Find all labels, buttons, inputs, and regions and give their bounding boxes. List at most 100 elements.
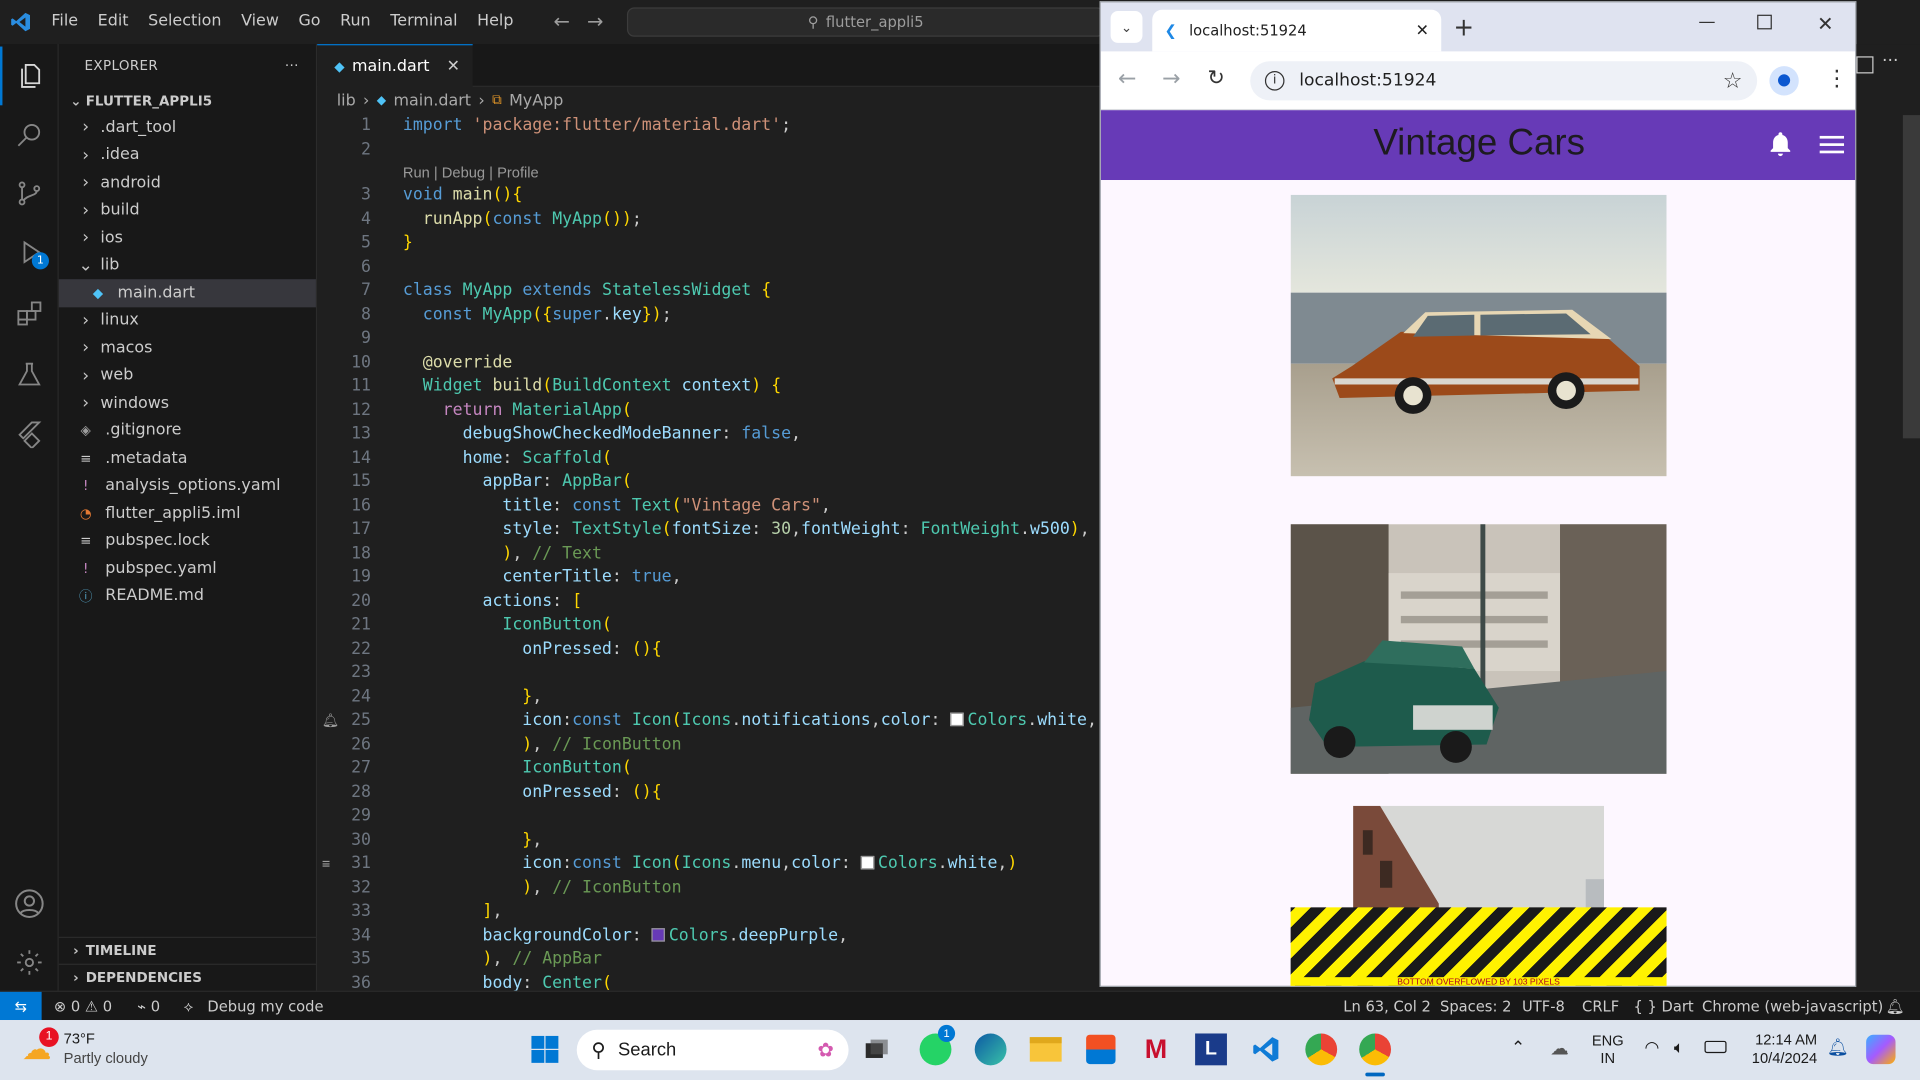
testing-flask-icon[interactable]: [0, 345, 59, 404]
reload-icon[interactable]: ↻: [1207, 66, 1224, 90]
run-debug-icon[interactable]: 1: [0, 223, 59, 282]
remote-indicator-icon[interactable]: ⇆: [0, 991, 42, 1022]
line-ending[interactable]: CRLF: [1582, 992, 1619, 1021]
new-tab-icon[interactable]: +: [1453, 12, 1474, 41]
menu-terminal[interactable]: Terminal: [380, 0, 467, 44]
tree-item-metadata[interactable]: ≡ .metadata: [59, 444, 316, 472]
source-control-icon[interactable]: [0, 164, 59, 223]
minimize-icon[interactable]: —: [1698, 12, 1715, 32]
breadcrumb-symbol[interactable]: MyApp: [509, 91, 563, 109]
codelens-run-debug-profile[interactable]: Run | Debug | Profile: [403, 164, 539, 181]
notifications-bell-icon[interactable]: [1768, 131, 1792, 163]
tree-item-linux[interactable]: › linux: [59, 307, 316, 335]
tree-item-ios[interactable]: › ios: [59, 224, 316, 252]
menu-go[interactable]: Go: [289, 0, 331, 44]
close-tab-icon[interactable]: ✕: [447, 57, 460, 75]
problems-indicator[interactable]: ⊗ 0 ⚠ 0: [54, 992, 112, 1021]
profile-avatar-icon[interactable]: ●: [1769, 66, 1799, 96]
language-indicator[interactable]: ENG IN: [1592, 1032, 1624, 1066]
tree-item-main-dart[interactable]: ◆ main.dart: [58, 279, 316, 307]
chrome-icon[interactable]: [1356, 1030, 1395, 1077]
tree-item-windows[interactable]: › windows: [59, 389, 316, 417]
show-hidden-icons[interactable]: ⌃: [1511, 1037, 1525, 1058]
lenovo-vantage-icon[interactable]: L: [1191, 1030, 1230, 1069]
tab-search-icon[interactable]: ⌄: [1110, 11, 1143, 43]
whatsapp-icon[interactable]: 1: [916, 1024, 956, 1069]
flutter-icon[interactable]: [0, 404, 59, 463]
menu-help[interactable]: Help: [467, 0, 523, 44]
task-view-icon[interactable]: [857, 1030, 896, 1069]
target-device[interactable]: Chrome (web-javascript): [1702, 992, 1883, 1021]
microsoft-store-icon[interactable]: [1081, 1030, 1120, 1069]
encoding[interactable]: UTF-8: [1522, 992, 1565, 1021]
tree-item-lib[interactable]: ⌄ lib: [59, 252, 316, 280]
breadcrumb-file[interactable]: main.dart: [394, 91, 471, 109]
onedrive-icon[interactable]: ☁: [1550, 1037, 1568, 1059]
copilot-icon[interactable]: [1866, 1034, 1896, 1065]
timeline-section[interactable]: › TIMELINE: [58, 936, 318, 964]
tab-main-dart[interactable]: ◆ main.dart ✕: [317, 44, 473, 87]
breadcrumb-lib[interactable]: lib: [337, 91, 356, 109]
close-window-icon[interactable]: ✕: [1817, 12, 1833, 35]
cursor-position[interactable]: Ln 63, Col 2: [1343, 992, 1431, 1021]
menu-run[interactable]: Run: [330, 0, 380, 44]
address-bar[interactable]: i localhost:51924 ☆: [1250, 61, 1758, 101]
tree-item-web[interactable]: › web: [59, 362, 316, 390]
split-editor-icon[interactable]: [1856, 56, 1874, 74]
settings-gear-icon[interactable]: [0, 933, 59, 992]
indentation[interactable]: Spaces: 2: [1440, 992, 1511, 1021]
taskbar-search[interactable]: ⚲ Search ✿: [576, 1029, 849, 1071]
extensions-icon[interactable]: [0, 284, 59, 343]
tree-item-idea[interactable]: › .idea: [59, 141, 316, 169]
bookmark-star-icon[interactable]: ☆: [1723, 68, 1743, 94]
browser-tab[interactable]: ❮ localhost:51924 ✕: [1152, 9, 1442, 52]
notifications-bell-icon[interactable]: 🔔︎: [1886, 992, 1905, 1021]
volume-muted-icon[interactable]: 🔈︎: [1674, 1037, 1684, 1058]
tree-item-macos[interactable]: › macos: [59, 334, 316, 362]
language-mode[interactable]: { } Dart: [1633, 992, 1693, 1021]
more-actions-icon[interactable]: ···: [285, 58, 299, 74]
debug-status[interactable]: ⟡ Debug my code: [184, 992, 324, 1021]
vscode-taskbar-icon[interactable]: [1247, 1030, 1286, 1069]
maximize-icon[interactable]: [1757, 14, 1772, 30]
battery-icon[interactable]: [1704, 1040, 1727, 1054]
back-arrow-icon[interactable]: ←: [553, 10, 569, 33]
command-center-search[interactable]: ⚲ flutter_appli5: [626, 7, 1105, 37]
menu-view[interactable]: View: [231, 0, 288, 44]
tree-item-flutter-appli5-iml[interactable]: ◔ flutter_appli5.iml: [59, 500, 316, 528]
account-icon[interactable]: [0, 874, 59, 933]
clock[interactable]: 12:14 AM 10/4/2024: [1746, 1031, 1817, 1068]
site-info-icon[interactable]: i: [1264, 71, 1285, 91]
minimap-scrollbar[interactable]: [1902, 115, 1920, 439]
tree-item-readme-md[interactable]: ⓘ README.md: [59, 582, 316, 610]
explorer-icon[interactable]: [0, 46, 59, 106]
back-icon[interactable]: ←: [1118, 66, 1136, 92]
menu-file[interactable]: File: [42, 0, 88, 44]
weather-widget[interactable]: ☁ 1 73°F Partly cloudy: [17, 1027, 201, 1074]
ports-indicator[interactable]: ⌁ 0: [137, 992, 160, 1021]
project-section-header[interactable]: ⌄ FLUTTER_APPLI5: [59, 87, 316, 114]
forward-icon[interactable]: →: [1162, 66, 1180, 92]
notification-bell-icon[interactable]: 🔔︎: [1827, 1037, 1849, 1058]
search-icon[interactable]: [0, 105, 59, 164]
tree-item-analysis-options-yaml[interactable]: ! analysis_options.yaml: [59, 472, 316, 500]
tree-item-gitignore[interactable]: ◈ .gitignore: [59, 417, 316, 445]
tree-item-pubspec-yaml[interactable]: ! pubspec.yaml: [59, 555, 316, 583]
more-actions-icon[interactable]: ···: [1882, 51, 1898, 71]
dependencies-section[interactable]: › DEPENDENCIES: [58, 963, 318, 991]
tree-item-dart-tool[interactable]: › .dart_tool: [59, 114, 316, 142]
edge-browser-icon[interactable]: [971, 1030, 1010, 1069]
menu-edit[interactable]: Edit: [88, 0, 138, 44]
file-explorer-icon[interactable]: [1026, 1030, 1065, 1069]
close-tab-icon[interactable]: ✕: [1416, 21, 1429, 39]
menu-selection[interactable]: Selection: [138, 0, 231, 44]
chrome-menu-icon[interactable]: ⋮: [1826, 66, 1848, 92]
tree-item-pubspec-lock[interactable]: ≡ pubspec.lock: [59, 527, 316, 555]
mcafee-icon[interactable]: M: [1136, 1030, 1175, 1069]
forward-arrow-icon[interactable]: →: [587, 10, 603, 33]
chrome-profile-icon[interactable]: [1302, 1030, 1341, 1069]
wifi-icon[interactable]: ◠: [1645, 1037, 1660, 1058]
tree-item-build[interactable]: › build: [59, 197, 316, 225]
tree-item-android[interactable]: › android: [59, 169, 316, 197]
windows-start-icon[interactable]: [525, 1030, 564, 1069]
